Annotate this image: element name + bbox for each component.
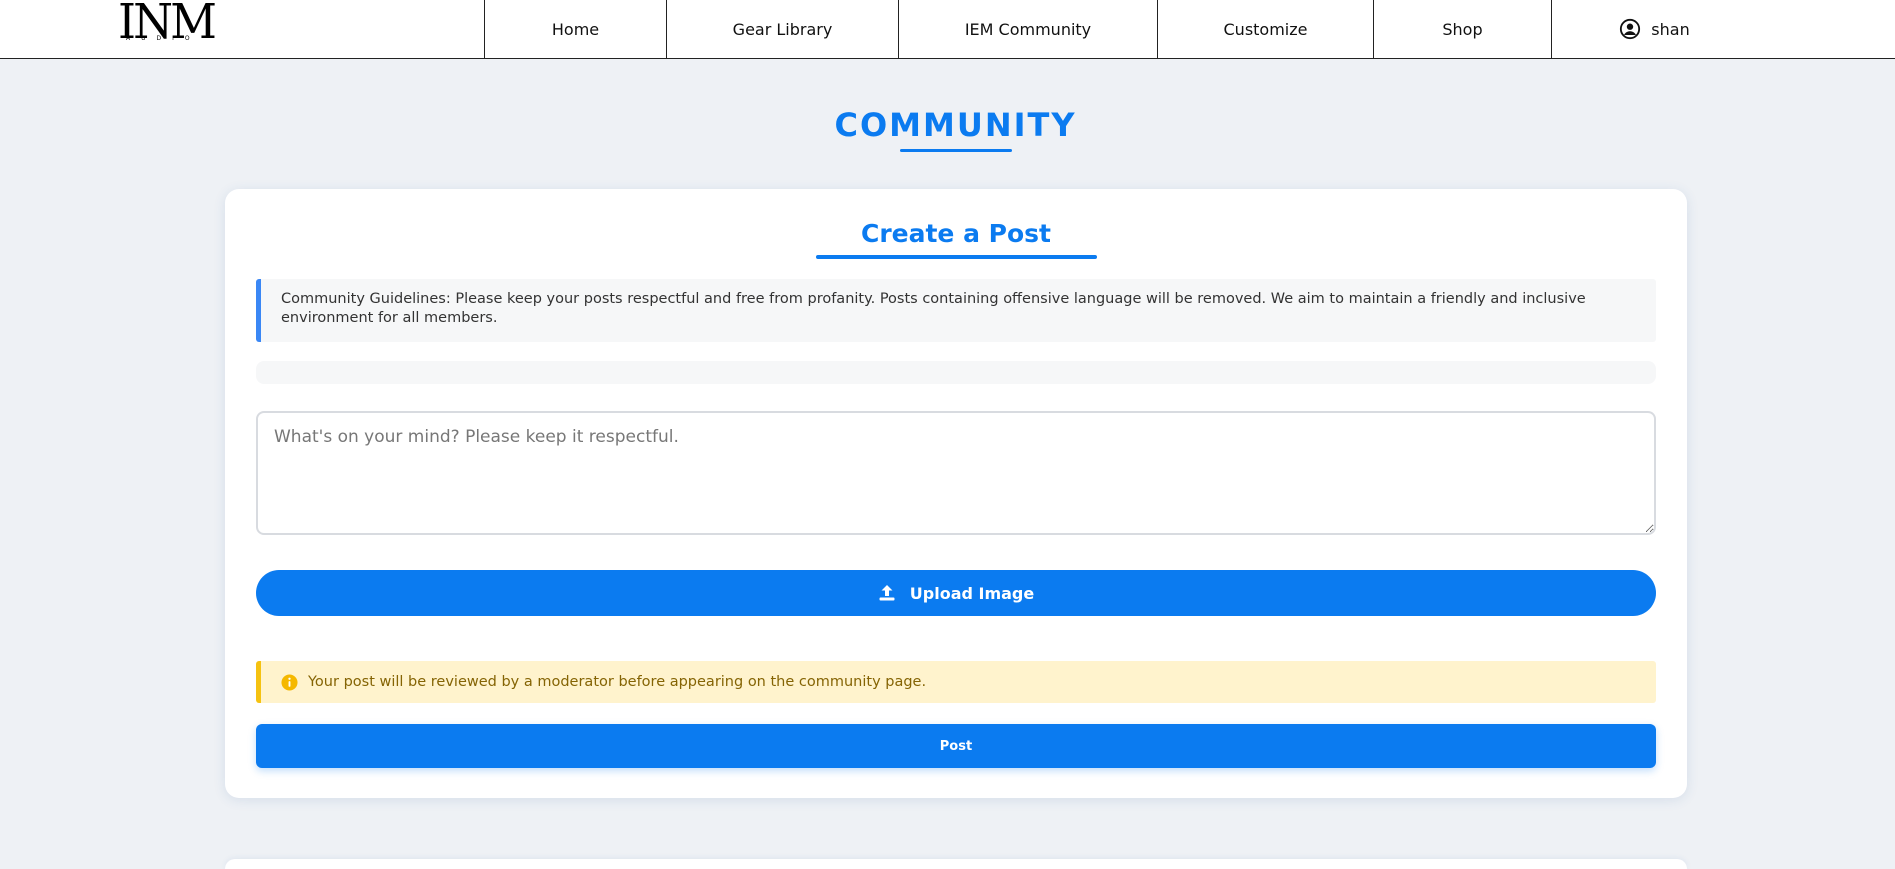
nav-item-label: Gear Library	[732, 19, 833, 39]
post-button-label: Post	[939, 738, 973, 754]
top-navbar: INM AUDIO Home Gear Library IEM Communit…	[0, 0, 1895, 59]
nav-item-label: Shop	[1442, 19, 1483, 39]
nav-user-menu[interactable]: shan	[1551, 0, 1757, 58]
upload-image-label: Upload Image	[909, 583, 1035, 603]
nav-item-shop[interactable]: Shop	[1373, 0, 1551, 58]
upload-image-button[interactable]: Upload Image	[256, 570, 1656, 616]
user-name: shan	[1651, 19, 1690, 39]
nav-item-gear-library[interactable]: Gear Library	[666, 0, 898, 58]
nav-item-label: Home	[551, 19, 600, 39]
post-button[interactable]: Post	[256, 724, 1656, 768]
logo-subtext: AUDIO	[126, 35, 201, 42]
page-title: COMMUNITY	[834, 106, 1077, 144]
moderation-notice: Your post will be reviewed by a moderato…	[256, 661, 1656, 703]
post-textarea[interactable]	[256, 411, 1656, 535]
info-icon	[281, 673, 298, 691]
community-guidelines: Community Guidelines: Please keep your p…	[256, 279, 1656, 342]
nav-item-label: Customize	[1223, 19, 1308, 39]
next-card-edge	[225, 859, 1687, 869]
moderation-notice-text: Your post will be reviewed by a moderato…	[308, 674, 927, 690]
create-post-card: Create a Post Community Guidelines: Plea…	[225, 189, 1687, 798]
status-bar-placeholder	[256, 361, 1656, 384]
nav-item-label: IEM Community	[964, 19, 1092, 39]
upload-icon	[879, 585, 895, 601]
user-circle-icon	[1620, 18, 1641, 40]
nav-item-iem-community[interactable]: IEM Community	[898, 0, 1157, 58]
create-post-title: Create a Post	[860, 219, 1051, 248]
create-post-title-underline	[816, 255, 1097, 259]
nav-item-customize[interactable]: Customize	[1157, 0, 1373, 58]
brand-logo[interactable]: INM AUDIO	[118, 0, 217, 48]
nav-item-home[interactable]: Home	[484, 0, 666, 58]
title-underline	[900, 149, 1012, 152]
